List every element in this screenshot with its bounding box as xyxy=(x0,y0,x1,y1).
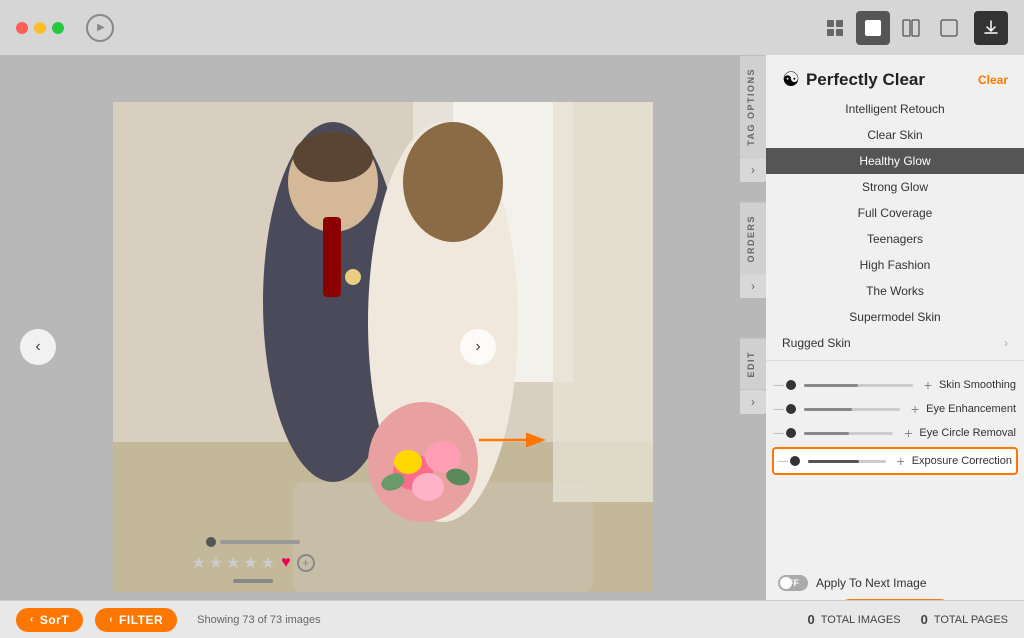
preset-list: Intelligent Retouch Clear Skin Healthy G… xyxy=(766,96,1024,356)
side-tabs: TAG OPTIONS › ORDERS › EDIT › xyxy=(740,55,766,638)
eye-circle-removal-label: Eye Circle Removal xyxy=(919,427,1016,439)
single-view-icon[interactable] xyxy=(856,11,890,45)
apply-row: OFF Apply To Next Image xyxy=(778,575,1012,591)
skin-smoothing-label: Skin Smoothing xyxy=(939,379,1016,391)
skin-smoothing-dot xyxy=(786,380,796,390)
total-images-label: TOTAL IMAGES xyxy=(821,614,901,626)
preset-rugged-skin[interactable]: Rugged Skin › xyxy=(766,330,1024,356)
exposure-correction-plus[interactable]: + xyxy=(894,453,908,469)
eye-enhancement-label: Eye Enhancement xyxy=(926,403,1016,415)
prev-button[interactable]: ‹ xyxy=(20,329,56,365)
drag-handle xyxy=(233,579,273,583)
orders-expand[interactable]: › xyxy=(740,274,766,298)
download-icon[interactable] xyxy=(974,11,1008,45)
main-area: ‹ › ★ ★ ★ ★ ★ ♥ + xyxy=(0,55,1024,638)
skin-smoothing-plus[interactable]: + xyxy=(921,377,935,393)
eye-circle-removal-fill xyxy=(804,432,849,435)
eye-enhancement-plus[interactable]: + xyxy=(908,401,922,417)
apply-toggle[interactable]: OFF xyxy=(778,575,808,591)
frame-icon[interactable] xyxy=(932,11,966,45)
toggle-off-label: OFF xyxy=(781,578,799,588)
panel-logo: ☯ Perfectly Clear xyxy=(782,67,925,92)
exposure-correction-dot xyxy=(790,456,800,466)
skin-smoothing-fill xyxy=(804,384,858,387)
eye-enhancement-dot xyxy=(786,404,796,414)
orders-tab[interactable]: ORDERS xyxy=(740,202,766,275)
preset-teenagers[interactable]: Teenagers xyxy=(766,226,1024,252)
total-pages-count: 0 xyxy=(921,612,928,627)
clear-button[interactable]: Clear xyxy=(978,73,1008,87)
star-rating[interactable]: ★ ★ ★ ★ ★ xyxy=(191,553,275,573)
progress-line xyxy=(220,540,300,544)
exposure-correction-label: Exposure Correction xyxy=(912,455,1012,467)
logo-icon: ☯ xyxy=(782,67,800,92)
filter-arrow-icon: ‹ xyxy=(109,614,113,625)
grid-4-icon[interactable] xyxy=(818,11,852,45)
eye-circle-removal-track[interactable] xyxy=(804,432,893,435)
filter-button[interactable]: ‹ FILTER xyxy=(95,608,177,632)
arrow-annotation xyxy=(471,420,551,460)
traffic-lights xyxy=(16,22,64,34)
divider xyxy=(766,360,1024,361)
next-button[interactable]: › xyxy=(460,329,496,365)
total-pages-label: TOTAL PAGES xyxy=(934,614,1008,626)
total-images-item: 0 TOTAL IMAGES xyxy=(807,612,900,627)
panel-title: Perfectly Clear xyxy=(806,70,925,90)
progress-indicator xyxy=(206,537,300,547)
titlebar xyxy=(0,0,1024,55)
compare-icon[interactable] xyxy=(894,11,928,45)
close-button[interactable] xyxy=(16,22,28,34)
image-bottom-controls: ★ ★ ★ ★ ★ ♥ + xyxy=(0,537,506,583)
preset-high-fashion[interactable]: High Fashion xyxy=(766,252,1024,278)
exposure-correction-track[interactable] xyxy=(808,460,886,463)
filter-label: FILTER xyxy=(119,613,163,627)
eye-enhancement-row: — + Eye Enhancement xyxy=(766,397,1024,421)
preset-clear-skin[interactable]: Clear Skin xyxy=(766,122,1024,148)
add-tag-button[interactable]: + xyxy=(297,554,315,572)
skin-smoothing-row: — + Skin Smoothing xyxy=(766,373,1024,397)
tag-options-tab[interactable]: TAG OPTIONS xyxy=(740,55,766,158)
eye-enhancement-track[interactable] xyxy=(804,408,900,411)
skin-smoothing-track[interactable] xyxy=(804,384,913,387)
photo-container xyxy=(113,102,653,592)
exposure-correction-fill xyxy=(808,460,859,463)
active-dot xyxy=(206,537,216,547)
preset-full-coverage[interactable]: Full Coverage xyxy=(766,200,1024,226)
edit-expand[interactable]: › xyxy=(740,390,766,414)
maximize-button[interactable] xyxy=(52,22,64,34)
minimize-button[interactable] xyxy=(34,22,46,34)
preset-strong-glow[interactable]: Strong Glow xyxy=(766,174,1024,200)
preset-the-works[interactable]: The Works xyxy=(766,278,1024,304)
eye-enhancement-fill xyxy=(804,408,852,411)
sort-button[interactable]: ‹ SorT xyxy=(16,608,83,632)
tag-options-expand[interactable]: › xyxy=(740,158,766,182)
total-info: 0 TOTAL IMAGES 0 TOTAL PAGES xyxy=(807,612,1008,627)
exposure-correction-row: — + Exposure Correction xyxy=(772,447,1018,475)
edit-tab[interactable]: EDIT xyxy=(740,338,766,390)
preset-intelligent-retouch[interactable]: Intelligent Retouch xyxy=(766,96,1024,122)
toolbar-icons xyxy=(818,11,1008,45)
showing-text: Showing 73 of 73 images xyxy=(197,614,321,626)
total-images-count: 0 xyxy=(807,612,814,627)
play-button[interactable] xyxy=(86,14,114,42)
heart-icon[interactable]: ♥ xyxy=(281,554,291,572)
eye-circle-removal-row: — + Eye Circle Removal xyxy=(766,421,1024,445)
eye-circle-removal-plus[interactable]: + xyxy=(901,425,915,441)
preset-supermodel-skin[interactable]: Supermodel Skin xyxy=(766,304,1024,330)
right-panel: TAG OPTIONS › ORDERS › EDIT › ☯ Perfectl… xyxy=(766,55,1024,638)
apply-label: Apply To Next Image xyxy=(816,576,927,590)
sort-label: SorT xyxy=(40,613,69,627)
image-viewer: ‹ › ★ ★ ★ ★ ★ ♥ + xyxy=(0,55,766,638)
wedding-photo xyxy=(113,102,653,592)
preset-healthy-glow[interactable]: Healthy Glow xyxy=(766,148,1024,174)
total-pages-item: 0 TOTAL PAGES xyxy=(921,612,1008,627)
sliders-section: — + Skin Smoothing — + Eye Enhancement xyxy=(766,365,1024,485)
bottom-bar: ‹ SorT ‹ FILTER Showing 73 of 73 images … xyxy=(0,600,1024,638)
panel-header: ☯ Perfectly Clear Clear xyxy=(766,55,1024,96)
sort-arrow-icon: ‹ xyxy=(30,614,34,625)
eye-circle-removal-dot xyxy=(786,428,796,438)
